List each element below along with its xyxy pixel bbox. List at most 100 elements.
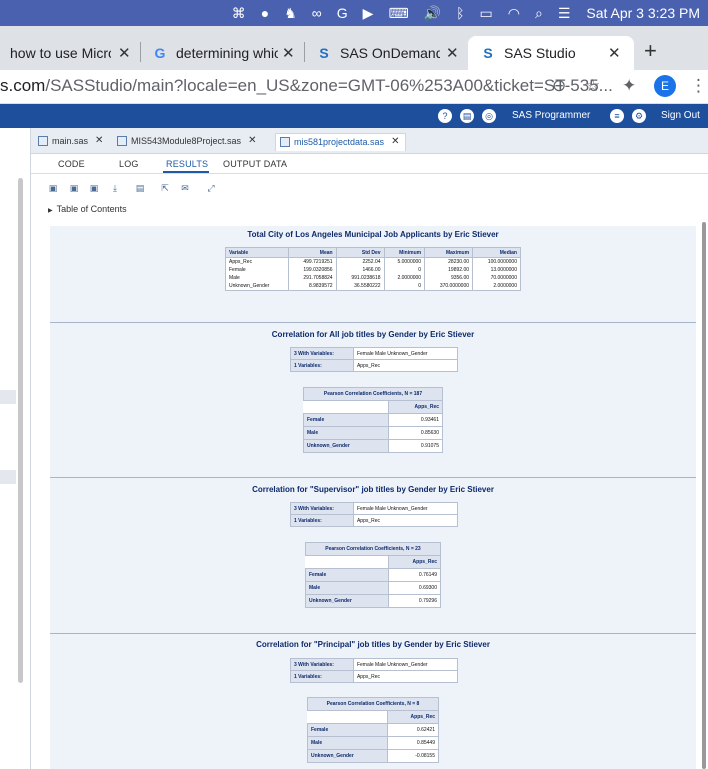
table-row: Unknown_Gender -0.08155 [306, 749, 439, 763]
grammarly-icon[interactable]: G [337, 5, 348, 21]
bookmark-star-icon[interactable]: ☆ [585, 76, 600, 96]
profile-avatar[interactable]: E [654, 75, 676, 97]
table-cell: Male [225, 274, 289, 282]
email-icon[interactable]: ✉ [180, 183, 190, 193]
print-icon[interactable]: ▤ [135, 183, 145, 193]
download-html-icon[interactable]: ▣ [48, 183, 58, 193]
battery-icon[interactable]: ▭ [480, 5, 493, 22]
control-center-icon[interactable]: ☰ [558, 5, 571, 22]
bluetooth-icon[interactable]: ᛒ [456, 5, 464, 21]
editor-tab-module8[interactable]: MIS543Module8Project.sas ✕ [117, 135, 256, 146]
sas-header-bar: ? ▤ ◎ SAS Programmer ≡ ⚙ Sign Out [0, 104, 708, 128]
download-pdf-icon[interactable]: ▣ [69, 183, 79, 193]
table-cell: 2252.04 [335, 257, 385, 266]
table-cell: 0.76149 [387, 568, 442, 582]
browser-tab-sas-ondemand[interactable]: S SAS OnDemand f ✕ [316, 36, 466, 70]
wifi-icon[interactable]: ◠ [508, 5, 520, 22]
menubar-clock[interactable]: Sat Apr 3 3:23 PM [586, 5, 700, 21]
help-icon[interactable]: ? [438, 109, 452, 123]
close-icon[interactable]: ✕ [248, 135, 256, 146]
tab-label: SAS OnDemand f [340, 45, 440, 61]
browser-tab-microsoft[interactable]: how to use Micros ✕ [0, 36, 140, 70]
more-menu-icon[interactable]: ⋮ [690, 76, 707, 96]
menu-icon[interactable]: ≡ [610, 109, 624, 123]
editor-tab-label: mis581projectdata.sas [294, 136, 385, 147]
variables-info-table: 3 With Variables: Female Male Unknown_Gen… [290, 502, 459, 527]
table-cell: 1466.00 [335, 266, 385, 274]
elephant-icon[interactable]: ♞ [284, 5, 297, 22]
globe-icon[interactable]: ◎ [482, 109, 496, 123]
record-icon[interactable]: ● [261, 5, 269, 21]
table-cell: Female Male Unknown_Gender [352, 502, 459, 515]
close-icon[interactable]: ✕ [608, 44, 621, 62]
toc-label: Table of Contents [56, 204, 127, 214]
download-rtf-icon[interactable]: ▣ [89, 183, 99, 193]
table-cell: 2.0000000 [383, 274, 426, 282]
creative-cloud-icon[interactable]: ∞ [312, 5, 322, 21]
row-header: Male [306, 736, 389, 750]
table-row: Male 291.7058824 991.0238618 2.0000000 9… [225, 274, 521, 282]
tab-label: how to use Micros [10, 45, 111, 61]
sign-out-link[interactable]: Sign Out [661, 110, 700, 121]
table-cell: Female Male Unknown_Gender [352, 347, 459, 360]
tab-label: determining whicl [176, 45, 278, 61]
variables-info-table: 3 With Variables: Female Male Unknown_Gen… [290, 658, 459, 683]
search-icon[interactable]: ⌕ [535, 5, 543, 22]
browser-tab-sas-studio[interactable]: S SAS Studio ✕ [468, 36, 634, 70]
table-cell: 100.0000000 [472, 257, 521, 266]
table-of-contents-toggle[interactable]: ▶ Table of Contents [48, 204, 127, 214]
download-icon[interactable]: ⤓ [110, 183, 120, 193]
new-tab-button[interactable]: + [644, 38, 657, 64]
keyboard-icon[interactable]: ⌨ [388, 5, 408, 22]
sas-file-icon [280, 136, 290, 147]
nav-selected-row[interactable] [0, 390, 16, 404]
table-row: Female 0.76149 [305, 568, 442, 582]
table-cell: 0.69300 [387, 581, 442, 595]
tab-log[interactable]: LOG [119, 159, 139, 169]
open-new-window-icon[interactable]: ⇱ [160, 183, 170, 193]
row-header: Male [305, 581, 389, 595]
results-scrollbar[interactable] [702, 222, 706, 769]
row-header: 3 With Variables: [290, 502, 354, 515]
section-divider [50, 477, 696, 478]
table-cell: 199.0320856 [287, 266, 337, 274]
row-header: Male [302, 426, 390, 440]
url-field[interactable]: s.com/SASStudio/main?locale=en_US&zone=G… [0, 76, 613, 96]
close-icon[interactable]: ✕ [446, 44, 459, 62]
row-header: 1 Variables: [290, 359, 354, 372]
play-icon[interactable]: ▶ [363, 5, 374, 22]
url-domain: s.com [0, 76, 46, 95]
sas-file-icon [117, 135, 127, 146]
extensions-icon[interactable]: ✦ [622, 76, 636, 96]
close-icon[interactable]: ✕ [95, 135, 103, 146]
correlation-title: Correlation for All job titles by Gender… [271, 330, 475, 339]
editor-tab-main[interactable]: main.sas ✕ [38, 135, 103, 146]
editor-tab-projectdata[interactable]: mis581projectdata.sas ✕ [275, 133, 407, 151]
nav-selected-row[interactable] [0, 470, 16, 484]
browser-tab-google[interactable]: G determining whicl ✕ [152, 36, 304, 70]
expand-triangle-icon: ▶ [48, 208, 53, 214]
settings-icon[interactable]: ⚙ [632, 109, 646, 123]
summary-title: Total City of Los Angeles Municipal Job … [247, 230, 499, 239]
editor-tab-label: MIS543Module8Project.sas [131, 135, 242, 146]
table-row: Male 0.69300 [305, 581, 442, 595]
row-header: Unknown_Gender [306, 749, 389, 763]
app-badge-icon[interactable]: ⌘ [232, 5, 246, 22]
tab-output-data[interactable]: OUTPUT DATA [223, 159, 287, 169]
volume-icon[interactable]: 🔊 [424, 5, 441, 22]
tab-code[interactable]: CODE [58, 159, 85, 169]
correlation-title: Correlation for "Supervisor" job titles … [252, 485, 494, 494]
active-tab-indicator [163, 171, 209, 173]
table-row: Male 0.85630 [302, 426, 443, 440]
nav-scrollbar[interactable] [18, 178, 23, 683]
zoom-icon[interactable]: ⊖ [552, 76, 566, 96]
pearson-table: Pearson Correlation Coefficients, N = 8 … [306, 697, 439, 763]
user-menu[interactable]: SAS Programmer [512, 110, 590, 121]
maximize-icon[interactable]: ⤢ [206, 183, 216, 193]
print-icon[interactable]: ▤ [460, 109, 474, 123]
close-icon[interactable]: ✕ [118, 44, 131, 62]
tab-results[interactable]: RESULTS [166, 159, 208, 169]
close-icon[interactable]: ✕ [282, 44, 295, 62]
close-icon[interactable]: ✕ [391, 136, 399, 147]
table-cell: 0.85449 [387, 736, 439, 750]
